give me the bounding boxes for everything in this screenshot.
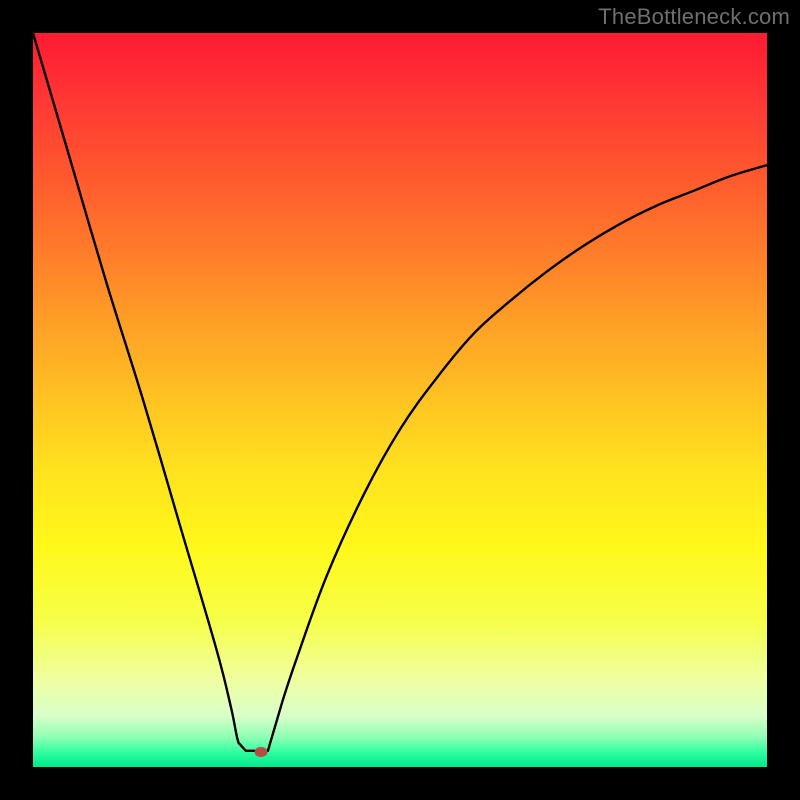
optimal-point-marker (254, 747, 267, 757)
bottleneck-curve (33, 33, 767, 767)
chart-frame: TheBottleneck.com (0, 0, 800, 800)
plot-area (33, 33, 767, 767)
watermark-text: TheBottleneck.com (598, 4, 790, 30)
curve-path (33, 33, 767, 751)
